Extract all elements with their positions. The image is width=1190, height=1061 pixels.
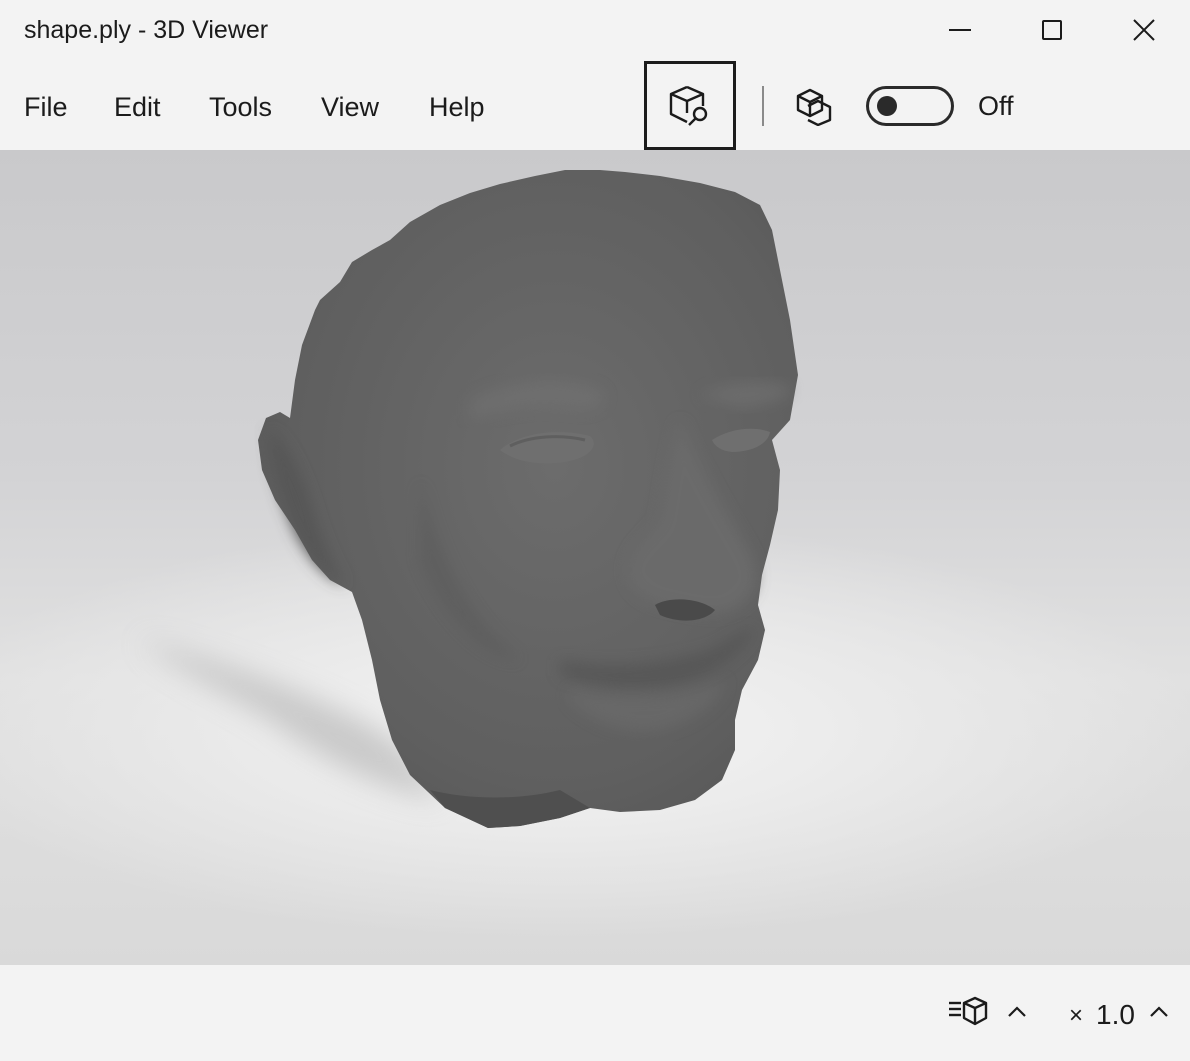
3d-head-model[interactable] <box>0 150 1190 965</box>
chevron-up-icon[interactable] <box>1148 1004 1170 1020</box>
chevron-up-icon[interactable] <box>1006 1004 1028 1020</box>
title-bar: shape.ply - 3D Viewer <box>0 0 1190 60</box>
toolbar-divider <box>762 86 764 126</box>
cube-compare-icon <box>796 88 832 126</box>
minimize-button[interactable] <box>914 0 1006 60</box>
menu-file[interactable]: File <box>24 90 68 124</box>
inspect-model-button[interactable] <box>644 61 736 150</box>
close-icon <box>1133 19 1155 41</box>
menu-view[interactable]: View <box>321 90 379 124</box>
minimize-icon <box>949 29 971 31</box>
3d-viewport[interactable] <box>0 150 1190 965</box>
maximize-icon <box>1042 20 1062 40</box>
view-options-button[interactable] <box>946 994 990 1033</box>
maximize-button[interactable] <box>1006 0 1098 60</box>
cube-search-icon <box>669 85 708 126</box>
scale-prefix: × <box>1069 1002 1084 1029</box>
toggle-state-label: Off <box>978 91 1014 121</box>
cube-list-icon <box>949 996 988 1026</box>
menu-tools[interactable]: Tools <box>209 90 272 124</box>
scale-value[interactable]: 1.0 <box>1096 998 1135 1032</box>
toggle-knob <box>877 96 897 116</box>
close-button[interactable] <box>1098 0 1190 60</box>
toggle-switch[interactable] <box>866 86 954 126</box>
window-title: shape.ply - 3D Viewer <box>24 16 269 44</box>
menu-edit[interactable]: Edit <box>114 90 161 124</box>
compare-models-button[interactable] <box>790 82 838 130</box>
menu-help[interactable]: Help <box>429 90 485 124</box>
